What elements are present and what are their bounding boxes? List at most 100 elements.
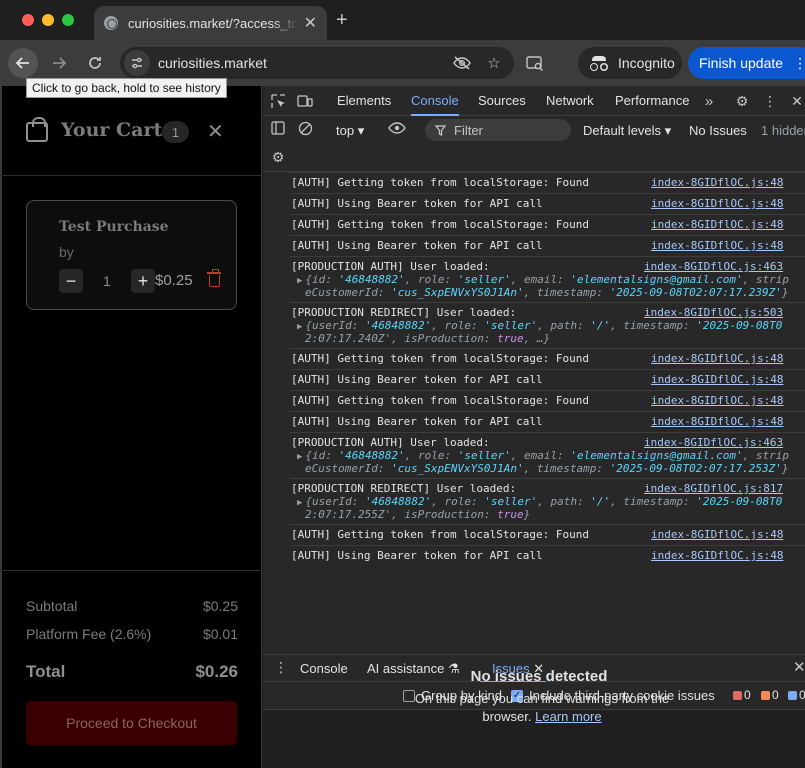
object-preview-line[interactable]: ▶ {userId: '46848882', role: 'seller', pa… xyxy=(297,319,782,332)
console-message-text: [AUTH] Using Bearer token for API call xyxy=(291,239,543,252)
platform-fee-value: $0.01 xyxy=(202,626,238,642)
object-token: '46848882' xyxy=(365,319,432,332)
console-source-link[interactable]: index-8GIDflOC.js:48 xyxy=(651,218,783,231)
object-token: userId xyxy=(312,319,352,332)
new-tab-button[interactable]: + xyxy=(336,9,348,32)
total-value: $0.26 xyxy=(195,662,238,681)
url-text[interactable]: curiosities.market xyxy=(158,55,450,71)
expand-caret-icon[interactable]: ▶ xyxy=(297,498,302,508)
cart-count-badge: 1 xyxy=(162,121,189,143)
learn-more-link[interactable]: Learn more xyxy=(535,709,601,724)
address-bar[interactable]: curiosities.market ☆ xyxy=(120,47,514,79)
more-vertical-icon[interactable]: ⋮ xyxy=(761,92,779,110)
object-preview-line[interactable]: eCustomerId: 'cus_SxpENVxYS0J1An', times… xyxy=(305,462,788,475)
sidebar-toggle-icon[interactable] xyxy=(269,119,287,137)
object-preview-line[interactable]: 2:07:17.240Z', isProduction: true, …} xyxy=(305,332,550,345)
console-source-link[interactable]: index-8GIDflOC.js:48 xyxy=(651,176,783,189)
error-icon xyxy=(733,691,742,700)
tab-close-icon[interactable]: ✕ xyxy=(304,13,317,33)
issues-counter[interactable]: No Issues xyxy=(689,120,747,142)
tab-elements[interactable]: Elements xyxy=(337,86,391,116)
console-message: [AUTH] Using Bearer token for API call in… xyxy=(290,193,805,214)
console-filter-input[interactable]: Filter xyxy=(425,119,571,141)
back-button[interactable] xyxy=(8,48,38,78)
object-token: id xyxy=(312,273,326,286)
console-message: [AUTH] Getting token from localStorage: … xyxy=(290,390,805,411)
settings-gear-icon[interactable]: ⚙ xyxy=(733,92,751,110)
console-source-link[interactable]: index-8GIDflOC.js:463 xyxy=(644,260,783,273)
console-message-text: [PRODUCTION REDIRECT] User loaded: xyxy=(291,482,517,495)
console-message-text: [AUTH] Using Bearer token for API call xyxy=(291,549,543,562)
object-preview-line[interactable]: ▶ {id: '46848882', role: 'seller', email:… xyxy=(297,273,789,286)
close-window-button[interactable] xyxy=(22,14,34,26)
expand-caret-icon[interactable]: ▶ xyxy=(297,322,302,332)
console-source-link[interactable]: index-8GIDflOC.js:48 xyxy=(651,352,783,365)
maximize-window-button[interactable] xyxy=(62,14,74,26)
console-source-link[interactable]: index-8GIDflOC.js:817 xyxy=(644,482,783,495)
more-tabs-icon[interactable]: » xyxy=(700,92,718,110)
close-devtools-icon[interactable]: ✕ xyxy=(788,92,805,110)
console-settings-gear-icon[interactable]: ⚙ xyxy=(269,148,287,166)
object-token: email xyxy=(524,449,558,462)
eye-off-icon[interactable] xyxy=(450,51,474,75)
browser-tab-active[interactable]: curiosities.market/?access_to ✕ xyxy=(94,6,327,40)
object-token: , xyxy=(404,273,419,286)
tab-performance[interactable]: Performance xyxy=(615,86,689,116)
object-token: , xyxy=(431,495,445,508)
item-seller: by xyxy=(59,244,74,260)
log-levels-dropdown[interactable]: Default levels ▾ xyxy=(583,120,671,142)
console-source-link[interactable]: index-8GIDflOC.js:48 xyxy=(651,549,783,562)
reload-button[interactable] xyxy=(80,48,110,78)
console-source-link[interactable]: index-8GIDflOC.js:48 xyxy=(651,394,783,407)
increase-quantity-button[interactable]: + xyxy=(131,269,155,293)
object-token: , …} xyxy=(523,332,551,345)
context-selector[interactable]: top ▾ xyxy=(336,120,364,142)
arrow-left-icon xyxy=(15,57,29,69)
object-preview-line[interactable]: eCustomerId: 'cus_SxpENVxYS0J1An', times… xyxy=(305,286,788,299)
console-source-link[interactable]: index-8GIDflOC.js:48 xyxy=(651,528,783,541)
error-count: 0 xyxy=(744,688,751,702)
object-token: eCustomerId xyxy=(305,462,378,475)
console-source-link[interactable]: index-8GIDflOC.js:48 xyxy=(651,239,783,252)
forward-button[interactable] xyxy=(44,48,74,78)
object-token: '46848882' xyxy=(338,273,405,286)
tab-network[interactable]: Network xyxy=(546,86,594,116)
tab-console[interactable]: Console xyxy=(411,86,459,116)
item-quantity: 1 xyxy=(103,273,111,289)
cart-item: Test Purchase by − 1 + $0.25 xyxy=(26,200,237,310)
minimize-window-button[interactable] xyxy=(42,14,54,26)
arrow-right-icon xyxy=(53,57,67,69)
console-source-link[interactable]: index-8GIDflOC.js:48 xyxy=(651,415,783,428)
eye-icon[interactable] xyxy=(388,119,406,137)
clear-console-icon[interactable] xyxy=(296,119,314,137)
finish-update-button[interactable]: Finish update ⋮ xyxy=(688,47,805,79)
decrease-quantity-button[interactable]: − xyxy=(59,269,83,293)
console-source-link[interactable]: index-8GIDflOC.js:463 xyxy=(644,436,783,449)
inspect-element-icon[interactable] xyxy=(269,92,287,110)
expand-caret-icon[interactable]: ▶ xyxy=(297,276,302,286)
search-tab-icon[interactable] xyxy=(524,53,546,75)
console-message-text: [AUTH] Getting token from localStorage: … xyxy=(291,528,590,541)
proceed-to-checkout-button[interactable]: Proceed to Checkout xyxy=(26,701,237,745)
more-vertical-icon[interactable]: ⋮ xyxy=(793,55,805,72)
device-toolbar-icon[interactable] xyxy=(296,92,314,110)
incognito-indicator[interactable]: Incognito xyxy=(578,47,682,79)
object-token: role xyxy=(444,495,472,508)
console-source-link[interactable]: index-8GIDflOC.js:48 xyxy=(651,197,783,210)
console-message: [PRODUCTION REDIRECT] User loaded: index-… xyxy=(290,302,805,348)
object-token: '2025-09-08T02:07:17.239Z' xyxy=(609,286,782,299)
object-preview-line[interactable]: 2:07:17.255Z', isProduction: true} xyxy=(305,508,530,521)
trash-icon[interactable] xyxy=(207,269,221,287)
tab-title: curiosities.market/?access_to xyxy=(128,15,298,31)
object-preview-line[interactable]: ▶ {id: '46848882', role: 'seller', email:… xyxy=(297,449,789,462)
site-info-icon[interactable] xyxy=(124,50,150,76)
console-source-link[interactable]: index-8GIDflOC.js:48 xyxy=(651,373,783,386)
console-message: [AUTH] Using Bearer token for API call in… xyxy=(290,235,805,256)
star-icon[interactable]: ☆ xyxy=(482,51,506,75)
tab-sources[interactable]: Sources xyxy=(478,86,526,116)
no-issues-title: No issues detected xyxy=(470,668,608,685)
expand-caret-icon[interactable]: ▶ xyxy=(297,452,302,462)
console-source-link[interactable]: index-8GIDflOC.js:503 xyxy=(644,306,783,319)
close-cart-icon[interactable]: ✕ xyxy=(207,119,224,144)
object-preview-line[interactable]: ▶ {userId: '46848882', role: 'seller', pa… xyxy=(297,495,782,508)
